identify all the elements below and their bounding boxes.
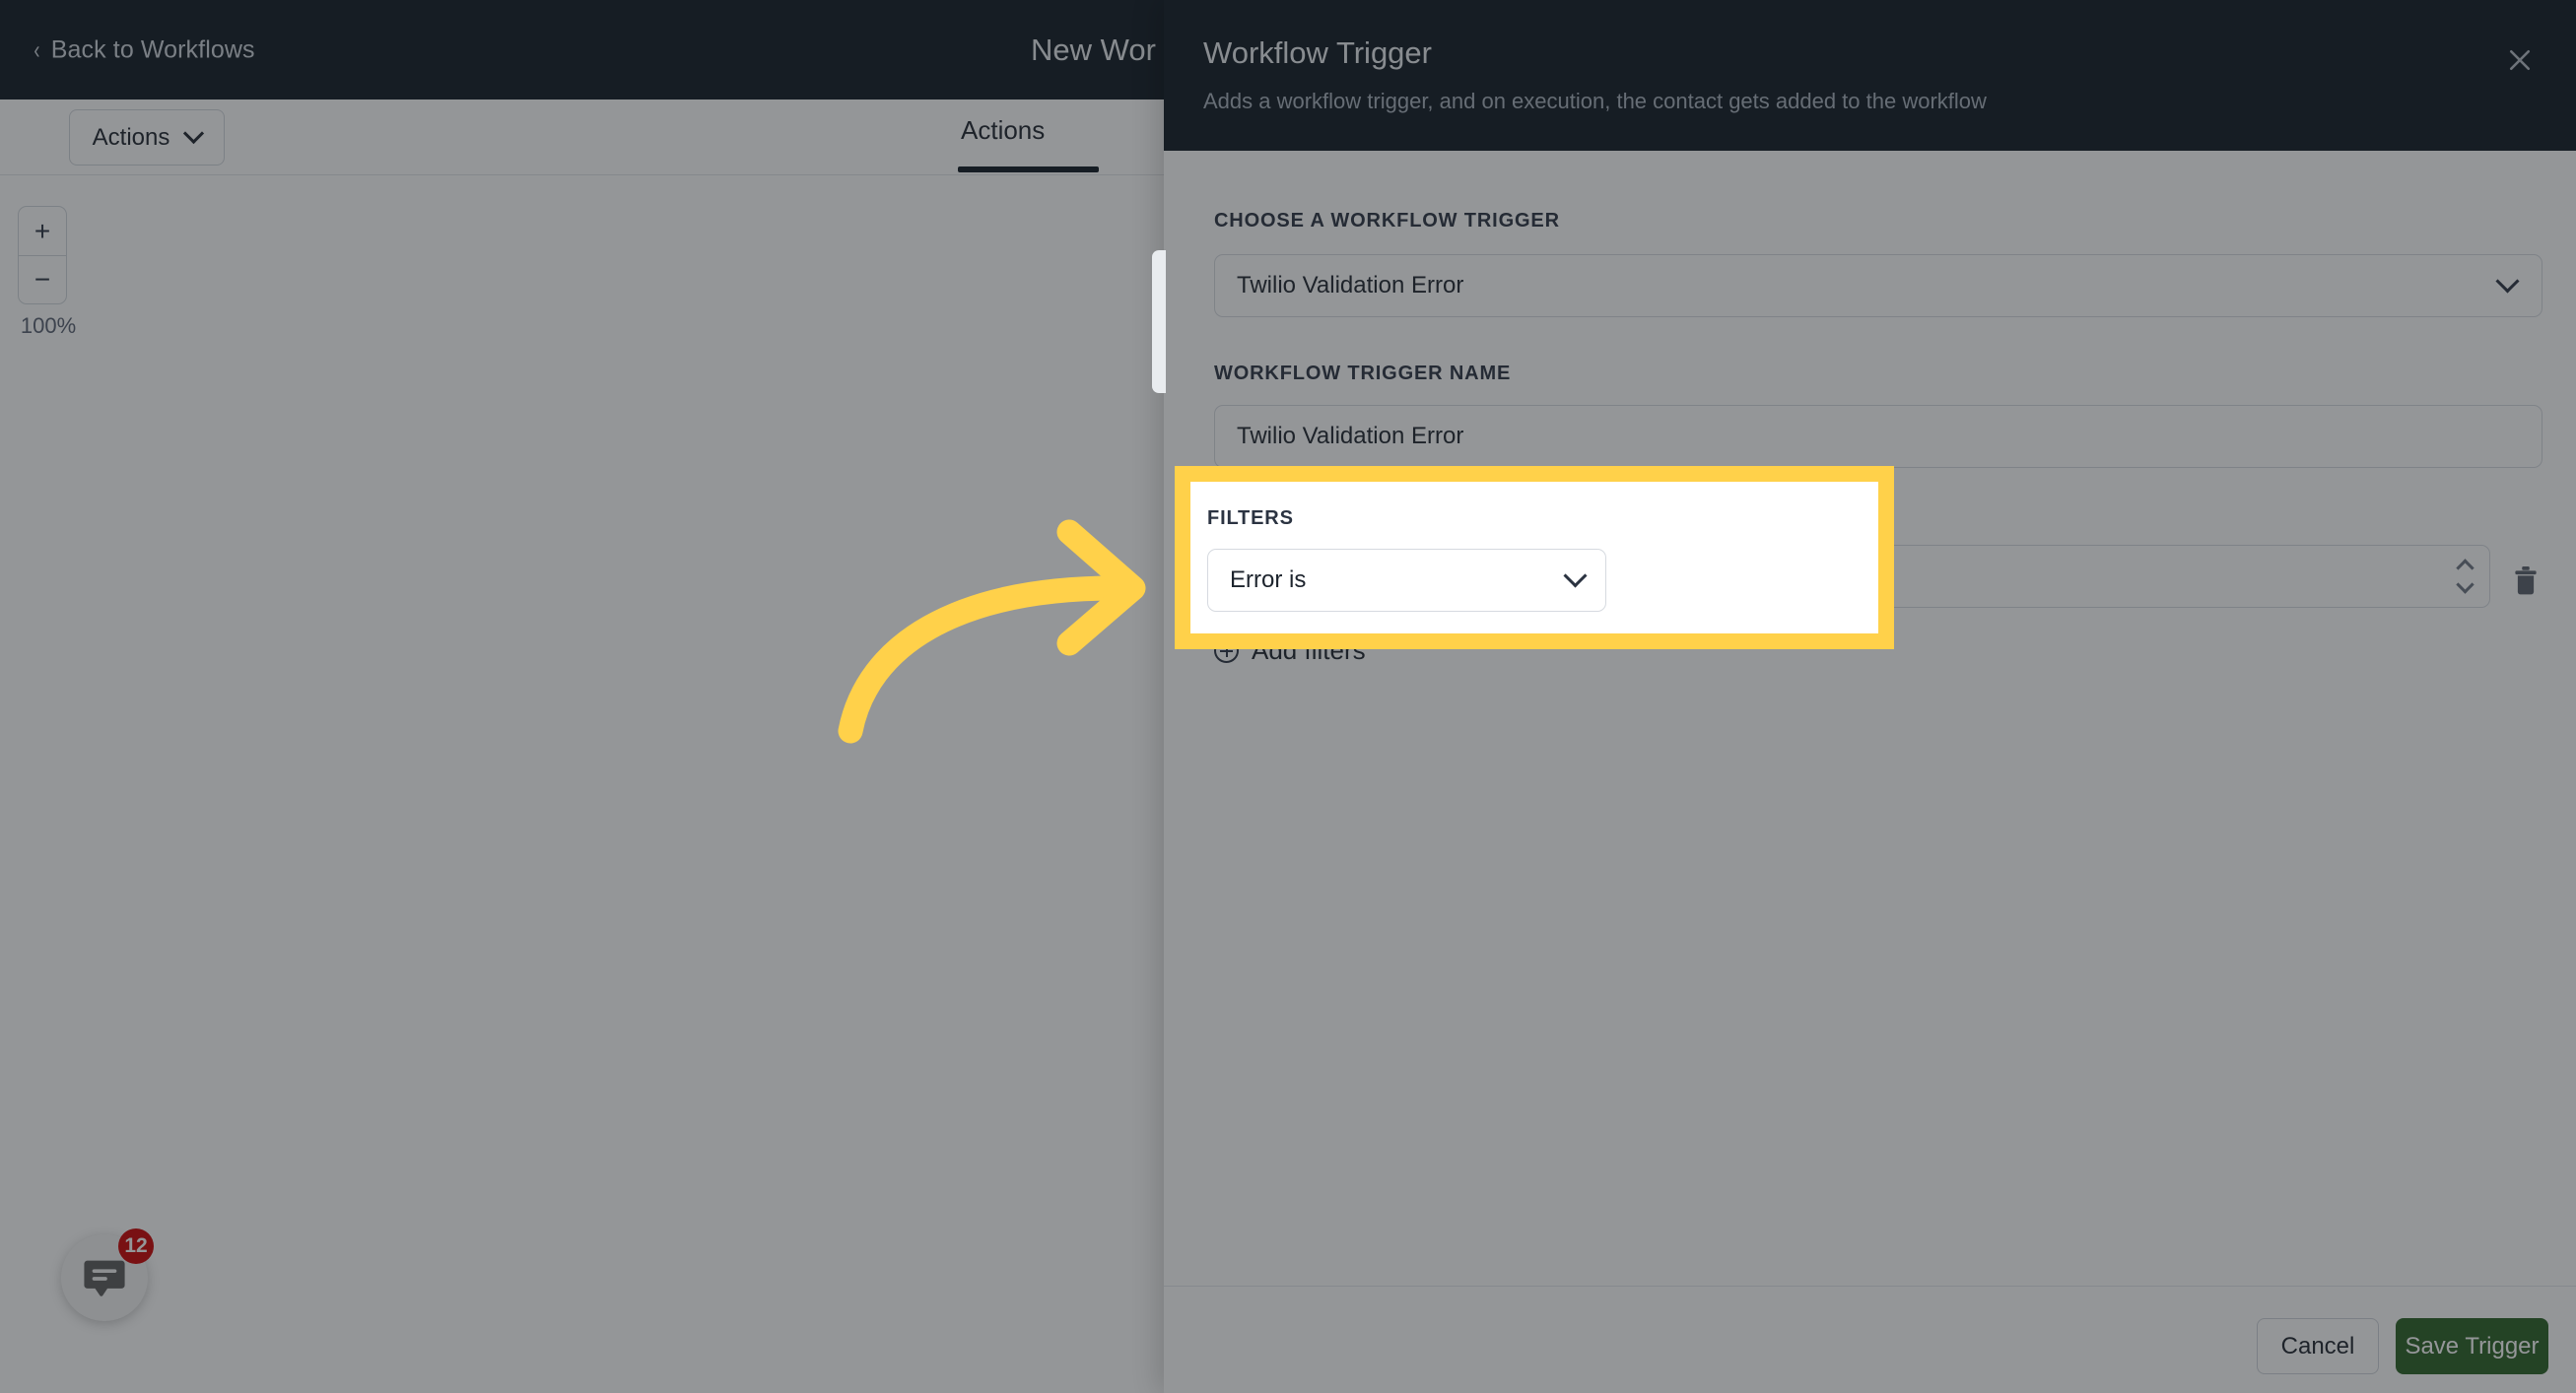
panel-title: Workflow Trigger <box>1203 35 1432 70</box>
trash-icon <box>2515 566 2537 595</box>
choose-trigger-select[interactable]: Twilio Validation Error <box>1214 254 2542 317</box>
trigger-name-label: WORKFLOW TRIGGER NAME <box>1214 363 1512 384</box>
panel-resize-handle[interactable] <box>1152 250 1166 393</box>
panel-footer: Cancel Save Trigger <box>1164 1286 2576 1393</box>
filter-field-select-highlighted[interactable]: Error is <box>1207 549 1606 612</box>
panel-body: CHOOSE A WORKFLOW TRIGGER Twilio Validat… <box>1164 151 2576 1286</box>
save-trigger-button[interactable]: Save Trigger <box>2396 1318 2548 1374</box>
trigger-name-input[interactable]: Twilio Validation Error <box>1214 405 2542 468</box>
stepper-up-icon[interactable] <box>2456 559 2474 577</box>
stepper-icon[interactable] <box>2456 559 2474 594</box>
chevron-down-icon <box>2495 268 2520 294</box>
choose-trigger-value: Twilio Validation Error <box>1237 272 1464 298</box>
stepper-down-icon[interactable] <box>2456 575 2474 594</box>
filter-field-value-highlighted: Error is <box>1230 566 1307 593</box>
trigger-name-value: Twilio Validation Error <box>1237 423 1464 449</box>
chevron-down-icon <box>1563 563 1588 588</box>
workflow-trigger-panel: Workflow Trigger Adds a workflow trigger… <box>1152 0 2576 1393</box>
panel-header: Workflow Trigger Adds a workflow trigger… <box>1164 0 2576 151</box>
choose-trigger-label: CHOOSE A WORKFLOW TRIGGER <box>1214 210 1560 232</box>
panel-subtitle: Adds a workflow trigger, and on executio… <box>1203 89 1987 113</box>
filters-highlight-annotation: FILTERS Error is <box>1175 466 1894 649</box>
filter-delete-button[interactable] <box>2511 564 2541 598</box>
close-icon <box>2509 49 2531 71</box>
cancel-button[interactable]: Cancel <box>2257 1318 2379 1374</box>
close-button[interactable] <box>2499 39 2541 81</box>
filters-label-highlighted: FILTERS <box>1207 507 1294 529</box>
